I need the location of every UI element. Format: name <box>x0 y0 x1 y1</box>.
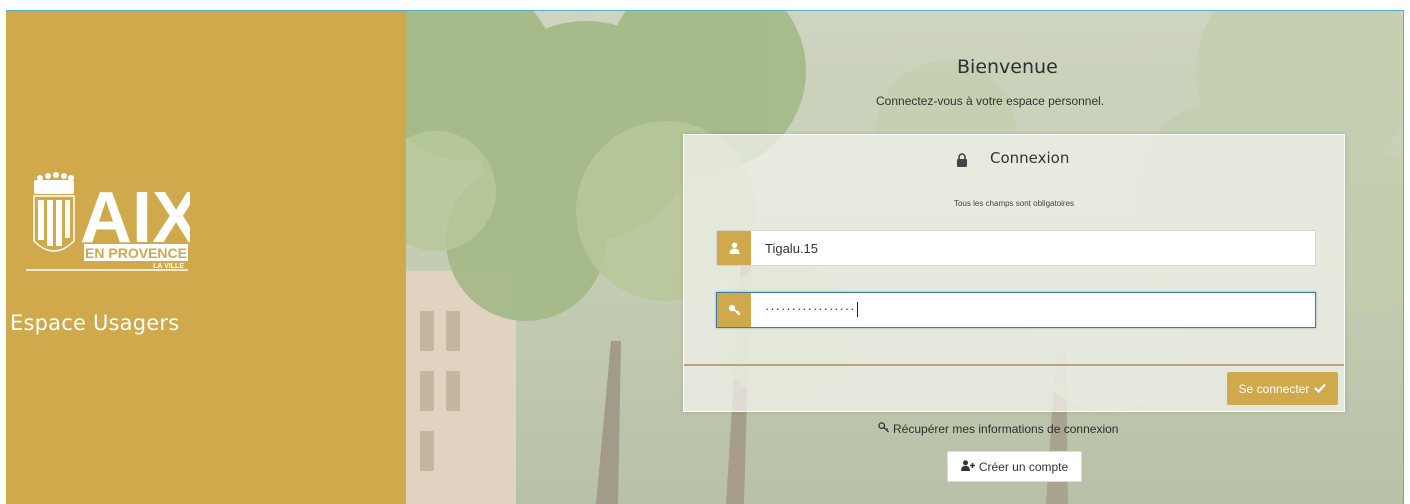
login-header: Connexion <box>684 149 1344 173</box>
lock-icon <box>956 153 968 167</box>
login-panel: Connexion Tous les champs sont obligatoi… <box>683 134 1345 412</box>
required-fields-note: Tous les champs sont obligatoires <box>953 199 1075 208</box>
recover-link-label: Récupérer mes informations de connexion <box>893 422 1119 436</box>
add-user-icon <box>960 459 975 474</box>
welcome-subtitle: Connectez-vous à votre espace personnel. <box>876 94 1105 108</box>
svg-text:LA VILLE: LA VILLE <box>153 263 184 270</box>
recover-credentials-link[interactable]: Récupérer mes informations de connexion <box>878 422 1118 436</box>
login-title: Connexion <box>990 149 1070 167</box>
welcome-title: Bienvenue <box>957 56 1058 78</box>
username-value: Tigalu.15 <box>765 241 818 256</box>
aix-en-provence-logo: AIX EN PROVENCE LA VILLE <box>26 166 190 275</box>
create-account-button[interactable]: Créer un compte <box>947 451 1082 482</box>
check-icon <box>1314 382 1327 396</box>
key-icon <box>878 422 890 436</box>
password-value: ················· <box>765 301 858 318</box>
svg-text:EN PROVENCE: EN PROVENCE <box>85 245 187 261</box>
login-submit-button[interactable]: Se connecter <box>1227 372 1338 405</box>
create-account-label: Créer un compte <box>978 459 1069 474</box>
panel-divider <box>684 364 1344 366</box>
sidebar-title: Espace Usagers <box>10 311 180 335</box>
submit-label: Se connecter <box>1238 381 1310 396</box>
user-icon <box>717 231 751 265</box>
password-field[interactable]: ················· <box>716 292 1316 328</box>
sidebar: AIX EN PROVENCE LA VILLE Espace Usagers <box>6 11 406 504</box>
text-caret <box>856 302 858 318</box>
key-icon <box>717 293 751 327</box>
username-field[interactable]: Tigalu.15 <box>716 230 1316 266</box>
